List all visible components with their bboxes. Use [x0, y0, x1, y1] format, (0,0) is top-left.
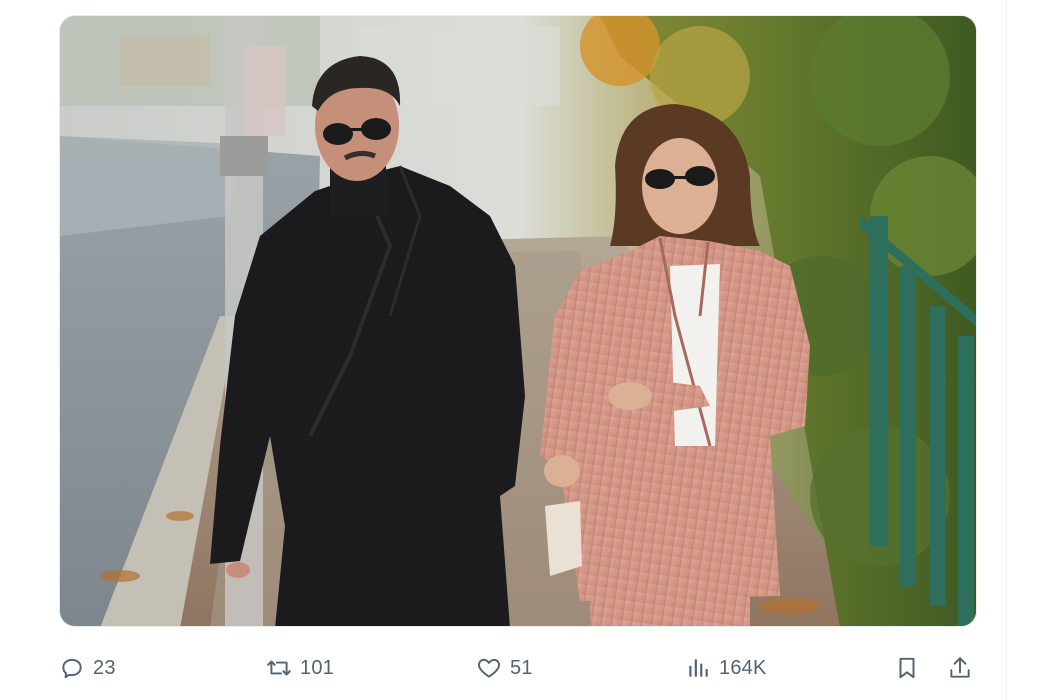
reply-icon: [59, 655, 85, 681]
heart-icon: [476, 655, 502, 681]
share-icon: [947, 655, 973, 681]
tweet-photo[interactable]: [59, 15, 977, 627]
column-divider: [1006, 0, 1007, 700]
reply-count: 23: [93, 656, 116, 679]
share-button[interactable]: [947, 650, 973, 686]
like-count: 51: [510, 656, 533, 679]
retweet-icon: [266, 655, 292, 681]
retweet-count: 101: [300, 656, 334, 679]
views-count: 164K: [719, 656, 767, 679]
tweet-actions-bar: 23 101 51 164K: [59, 650, 977, 686]
bookmark-button[interactable]: [894, 650, 920, 686]
bookmark-icon: [894, 655, 920, 681]
like-button[interactable]: 51: [476, 650, 533, 686]
views-button[interactable]: 164K: [685, 650, 767, 686]
views-chart-icon: [685, 655, 711, 681]
reply-button[interactable]: 23: [59, 650, 116, 686]
retweet-button[interactable]: 101: [266, 650, 334, 686]
